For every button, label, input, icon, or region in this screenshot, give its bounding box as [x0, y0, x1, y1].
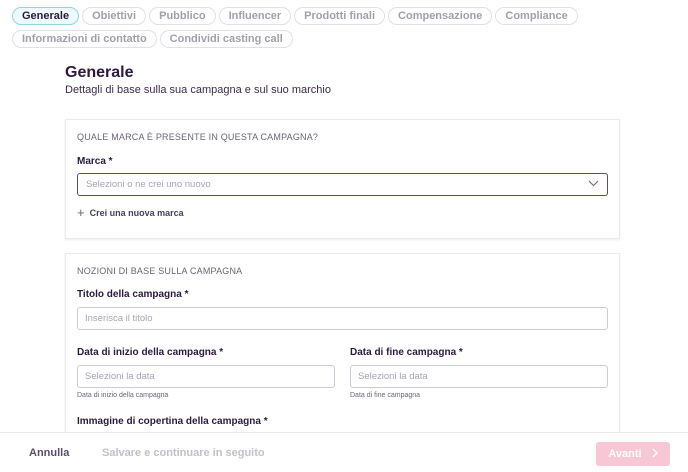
campaign-title-label: Titolo della campagna * — [77, 289, 189, 300]
brand-field-label: Marca * — [77, 156, 113, 167]
tab-influencer[interactable]: Influencer — [218, 7, 292, 25]
page-subtitle: Dettagli di base sulla sua campagna e su… — [65, 84, 331, 96]
add-brand-button[interactable]: + Crei una nuova marca — [77, 206, 608, 219]
cancel-button[interactable]: Annulla — [29, 447, 69, 459]
next-button[interactable]: Avanti — [596, 442, 670, 466]
tab-compliance[interactable]: Compliance — [495, 7, 578, 25]
section-tabs: Generale Obiettivi Pubblico Influencer P… — [12, 7, 682, 53]
basics-section-heading: NOZIONI DI BASE SULLA CAMPAGNA — [77, 266, 243, 276]
cover-image-label: Immagine di copertina della campagna * — [77, 416, 268, 427]
tab-condividi-casting-call[interactable]: Condividi casting call — [159, 30, 293, 48]
campaign-basics-card: NOZIONI DI BASE SULLA CAMPAGNA Titolo de… — [65, 253, 620, 443]
campaign-title-input[interactable]: Inserisca il titolo — [77, 307, 608, 330]
tab-informazioni-di-contatto[interactable]: Informazioni di contatto — [12, 30, 157, 48]
start-date-input[interactable]: Selezioni la data — [77, 365, 335, 388]
save-and-continue-later-button[interactable]: Salvare e continuare in seguito — [102, 447, 265, 459]
campaign-title-placeholder: Inserisca il titolo — [85, 313, 153, 324]
start-date-placeholder: Selezioni la data — [85, 371, 155, 382]
page-header: Generale Dettagli di base sulla sua camp… — [65, 64, 331, 96]
next-button-label: Avanti — [608, 448, 642, 460]
tab-prodotti-finali[interactable]: Prodotti finali — [294, 7, 386, 25]
tab-compensazione[interactable]: Compensazione — [388, 7, 493, 25]
plus-icon: + — [77, 205, 85, 220]
brand-section-heading: QUALE MARCA È PRESENTE IN QUESTA CAMPAGN… — [77, 132, 319, 142]
chevron-right-icon — [652, 448, 658, 461]
end-date-placeholder: Selezioni la data — [358, 371, 428, 382]
end-date-label: Data di fine campagna * — [350, 347, 463, 358]
chevron-down-icon — [588, 179, 599, 190]
footer-bar: Annulla Salvare e continuare in seguito … — [0, 432, 688, 472]
start-date-label: Data di inizio della campagna * — [77, 347, 224, 358]
end-date-input[interactable]: Selezioni la data — [350, 365, 608, 388]
start-date-helper: Data di inizio della campagna — [77, 392, 169, 399]
tab-generale[interactable]: Generale — [12, 7, 80, 25]
brand-select[interactable]: Selezioni o ne crei uno nuovo — [77, 173, 608, 196]
tab-obiettivi[interactable]: Obiettivi — [82, 7, 147, 25]
page-title: Generale — [65, 64, 134, 81]
end-date-helper: Data di fine campagna — [350, 392, 421, 399]
add-brand-label: Crei una nuova marca — [89, 207, 184, 218]
tab-pubblico[interactable]: Pubblico — [149, 7, 216, 25]
brand-select-placeholder: Selezioni o ne crei uno nuovo — [86, 179, 211, 190]
brand-card: QUALE MARCA È PRESENTE IN QUESTA CAMPAGN… — [65, 119, 620, 239]
